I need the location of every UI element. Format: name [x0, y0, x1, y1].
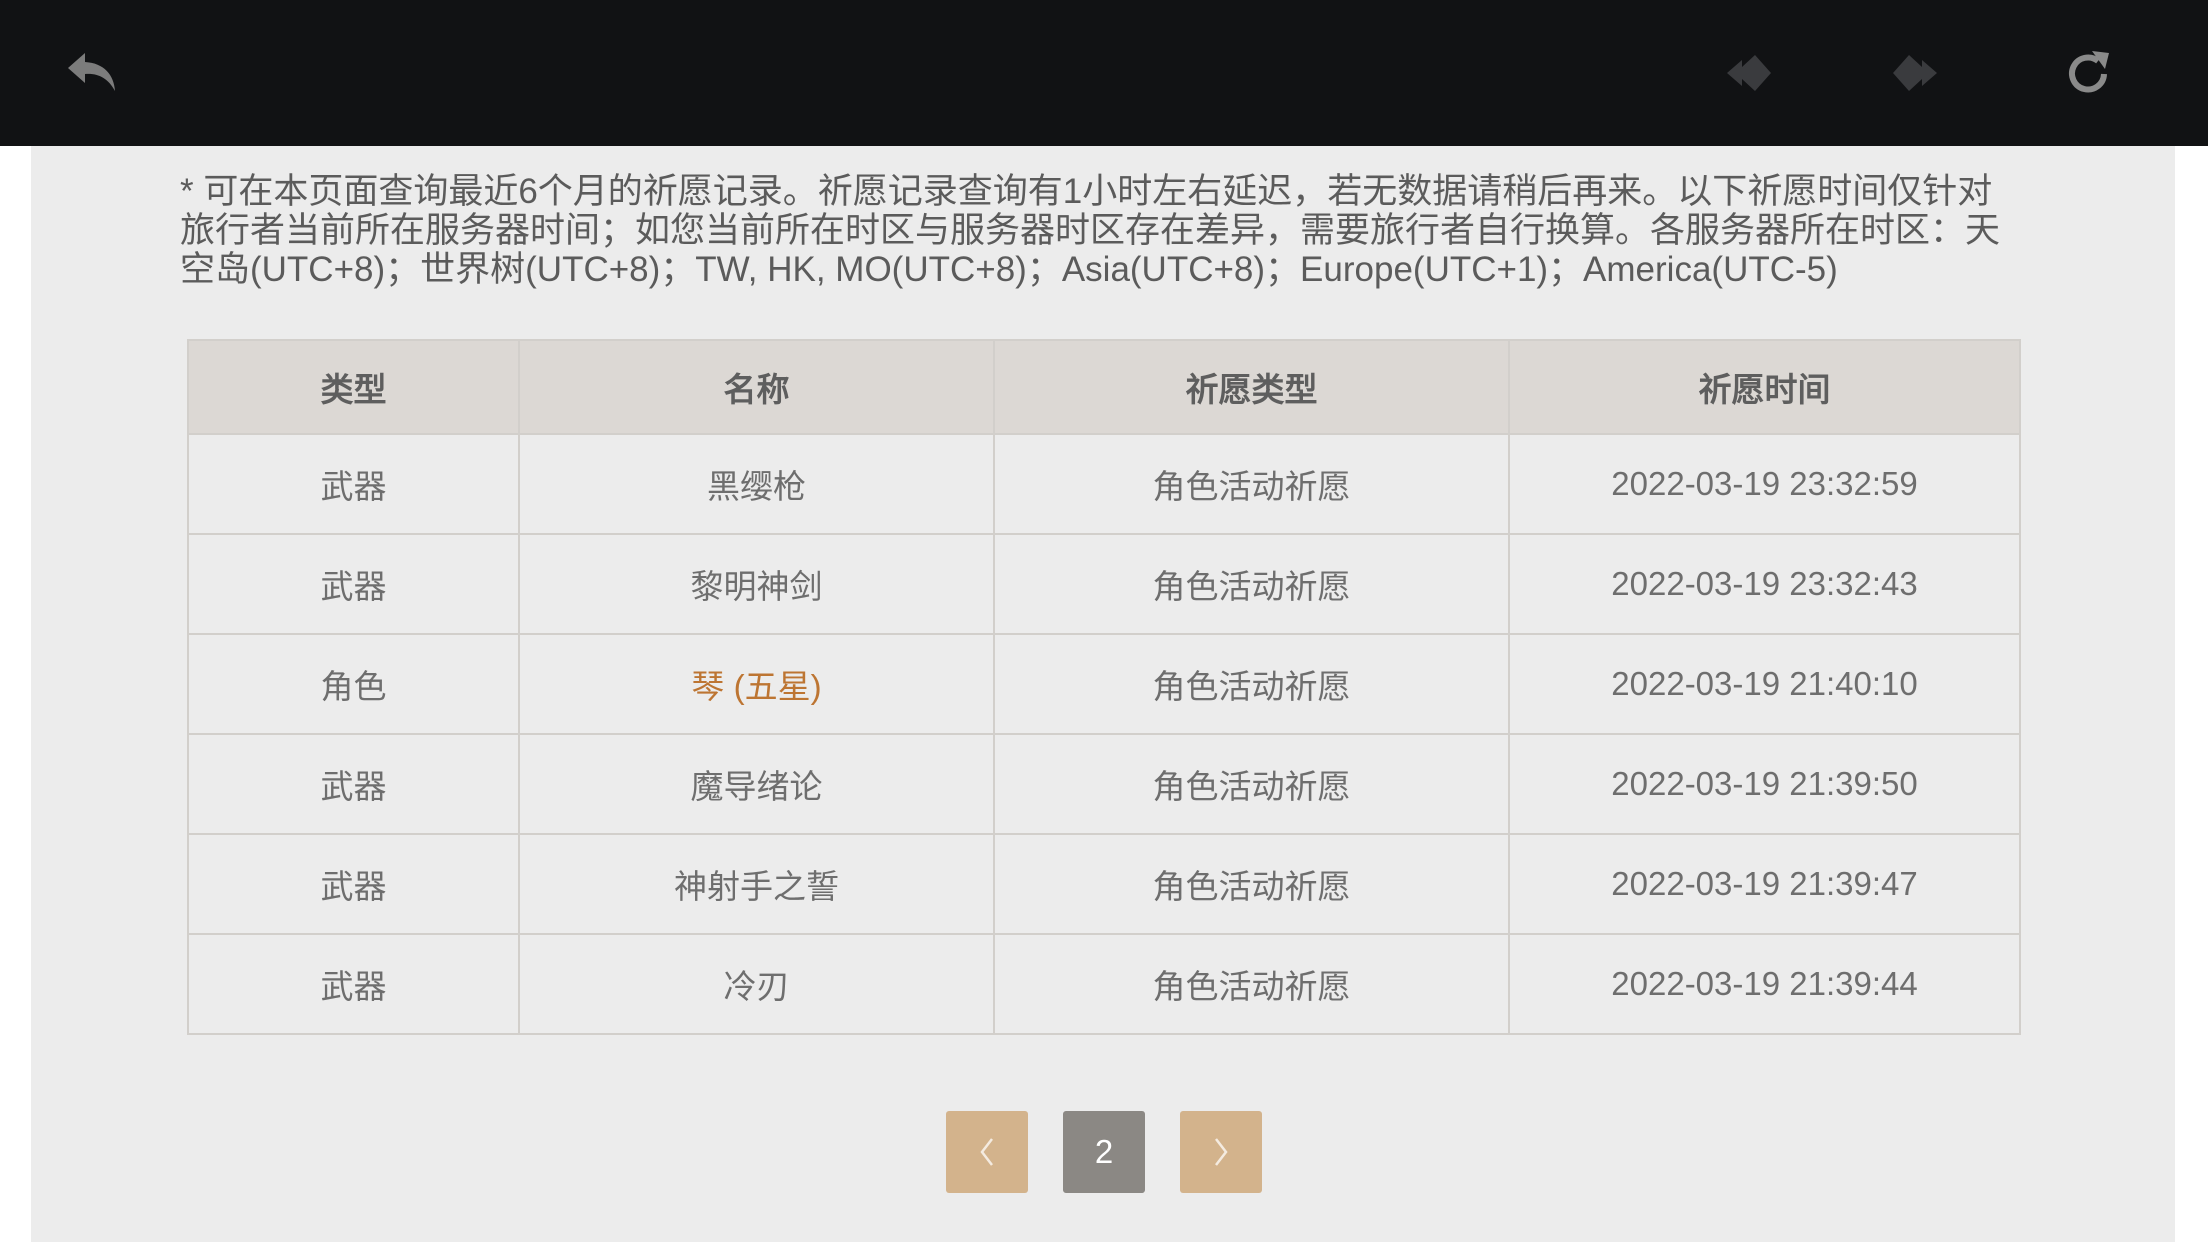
- cell-name: 黑缨枪: [518, 433, 995, 535]
- cell-time: 2022-03-19 21:40:10: [1508, 633, 2021, 735]
- cell-wish-type: 角色活动祈愿: [993, 933, 1510, 1035]
- cell-type: 武器: [187, 933, 520, 1035]
- chevron-right-icon: [1215, 1138, 1228, 1166]
- column-header-name: 名称: [518, 339, 995, 435]
- refresh-button[interactable]: [2061, 46, 2115, 100]
- next-page-nav-button[interactable]: [1889, 50, 1941, 96]
- table-row: 武器 黑缨枪 角色活动祈愿 2022-03-19 23:32:59: [187, 433, 2021, 535]
- notice-text: * 可在本页面查询最近6个月的祈愿记录。祈愿记录查询有1小时左右延迟，若无数据请…: [180, 172, 2001, 289]
- table-header-row: 类型 名称 祈愿类型 祈愿时间: [187, 339, 2021, 435]
- top-toolbar: [0, 0, 2208, 146]
- chevron-left-icon: [980, 1138, 993, 1166]
- cell-wish-type: 角色活动祈愿: [993, 733, 1510, 835]
- next-diamond-icon: [1893, 55, 1937, 91]
- cell-wish-type: 角色活动祈愿: [993, 433, 1510, 535]
- back-button[interactable]: [63, 47, 123, 99]
- cell-time: 2022-03-19 23:32:59: [1508, 433, 2021, 535]
- refresh-icon: [2069, 51, 2109, 93]
- cell-wish-type: 角色活动祈愿: [993, 633, 1510, 735]
- prev-diamond-icon: [1727, 55, 1771, 91]
- prev-page-nav-button[interactable]: [1723, 50, 1775, 96]
- cell-time: 2022-03-19 21:39:44: [1508, 933, 2021, 1035]
- cell-type: 武器: [187, 533, 520, 635]
- table-row: 武器 冷刃 角色活动祈愿 2022-03-19 21:39:44: [187, 933, 2021, 1035]
- cell-type: 武器: [187, 733, 520, 835]
- pagination-prev-button[interactable]: [946, 1111, 1028, 1193]
- wish-history-table: 类型 名称 祈愿类型 祈愿时间 武器 黑缨枪 角色活动祈愿 2022-03-19…: [187, 339, 2021, 1035]
- column-header-type: 类型: [187, 339, 520, 435]
- table-row: 武器 魔导绪论 角色活动祈愿 2022-03-19 21:39:50: [187, 733, 2021, 835]
- table-row: 角色 琴 (五星) 角色活动祈愿 2022-03-19 21:40:10: [187, 633, 2021, 735]
- cell-type: 武器: [187, 833, 520, 935]
- column-header-wish-time: 祈愿时间: [1508, 339, 2021, 435]
- cell-name: 冷刃: [518, 933, 995, 1035]
- cell-name: 琴 (五星): [518, 633, 995, 735]
- table-row: 武器 黎明神剑 角色活动祈愿 2022-03-19 23:32:43: [187, 533, 2021, 635]
- cell-time: 2022-03-19 21:39:50: [1508, 733, 2021, 835]
- cell-name: 神射手之誓: [518, 833, 995, 935]
- column-header-wish-type: 祈愿类型: [993, 339, 1510, 435]
- cell-wish-type: 角色活动祈愿: [993, 533, 1510, 635]
- back-arrow-icon: [68, 53, 115, 91]
- cell-time: 2022-03-19 23:32:43: [1508, 533, 2021, 635]
- cell-type: 角色: [187, 633, 520, 735]
- pagination-next-button[interactable]: [1180, 1111, 1262, 1193]
- cell-name: 黎明神剑: [518, 533, 995, 635]
- table-row: 武器 神射手之誓 角色活动祈愿 2022-03-19 21:39:47: [187, 833, 2021, 935]
- pagination-current-page: 2: [1063, 1111, 1145, 1193]
- cell-time: 2022-03-19 21:39:47: [1508, 833, 2021, 935]
- cell-name: 魔导绪论: [518, 733, 995, 835]
- cell-wish-type: 角色活动祈愿: [993, 833, 1510, 935]
- cell-type: 武器: [187, 433, 520, 535]
